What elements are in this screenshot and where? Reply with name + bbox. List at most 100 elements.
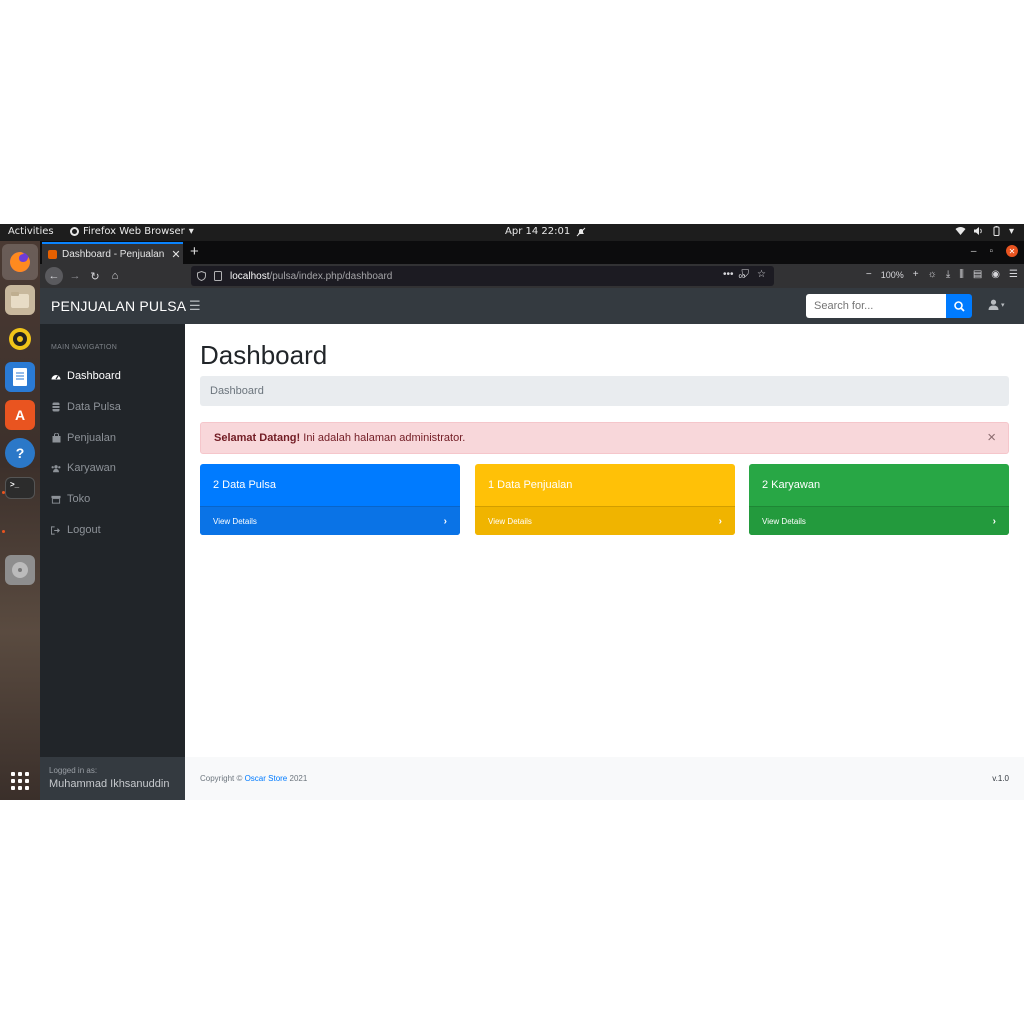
dock-help[interactable]: ?	[5, 438, 35, 468]
sidebar-item-data-pulsa[interactable]: Data Pulsa	[51, 401, 121, 413]
chevron-right-icon: ›	[992, 515, 996, 527]
card-karyawan: 2 Karyawan View Details ›	[749, 464, 1009, 535]
wifi-icon	[955, 227, 966, 235]
system-menu-caret-icon: ▾	[1008, 226, 1014, 237]
sidebar-item-label: Toko	[67, 493, 91, 505]
menu-icon[interactable]: ☰	[1009, 269, 1018, 280]
activities-button[interactable]: Activities	[8, 226, 54, 237]
card-label: 1 Data Penjualan	[488, 479, 573, 491]
sidebar-icon[interactable]: ▤	[973, 269, 982, 280]
url-bar[interactable]: localhost/pulsa/index.php/dashboard ••• …	[191, 266, 774, 286]
document-icon	[13, 368, 27, 386]
card-view-details[interactable]: View Details ›	[475, 506, 735, 535]
page-title: Dashboard	[200, 340, 328, 370]
breadcrumb-item[interactable]: Dashboard	[210, 385, 264, 397]
back-button[interactable]: ←	[45, 267, 63, 285]
browser-toolbar: ← → ↻ ⌂ localhost/pulsa/index.php/dashbo…	[40, 264, 1024, 288]
window-controls: – ▫ ✕	[971, 245, 1018, 257]
user-icon	[988, 299, 999, 310]
card-label: 2 Karyawan	[762, 479, 821, 491]
forward-button[interactable]: →	[66, 267, 84, 285]
store-icon	[51, 495, 61, 504]
brand-title[interactable]: PENJUALAN PULSA	[51, 298, 186, 314]
sidebar-item-toko[interactable]: Toko	[51, 493, 90, 505]
sidebar-item-dashboard[interactable]: Dashboard	[51, 370, 121, 382]
app-menu[interactable]: Firefox Web Browser ▾	[70, 226, 194, 237]
firefox-icon	[70, 227, 79, 236]
home-button[interactable]: ⌂	[106, 267, 124, 285]
tab-close-icon[interactable]: ✕	[169, 248, 183, 261]
dock-firefox[interactable]	[2, 244, 38, 280]
chevron-right-icon: ›	[443, 515, 447, 527]
card-data-penjualan: 1 Data Penjualan View Details ›	[475, 464, 735, 535]
main-content: Dashboard Dashboard Selamat Datang! Ini …	[185, 324, 1024, 757]
card-label: 2 Data Pulsa	[213, 479, 276, 491]
dock-files[interactable]	[5, 285, 35, 315]
copyright-text: Copyright © Oscar Store 2021	[200, 774, 307, 783]
private-mask-icon[interactable]: ∞	[733, 267, 751, 285]
database-icon	[51, 402, 61, 412]
zoom-out-button[interactable]: −	[866, 269, 872, 280]
restore-button[interactable]: ▫	[989, 246, 993, 257]
search-icon	[953, 300, 965, 312]
card-view-details[interactable]: View Details ›	[749, 506, 1009, 535]
card-data-pulsa: 2 Data Pulsa View Details ›	[200, 464, 460, 535]
sidebar-item-penjualan[interactable]: Penjualan	[51, 432, 116, 444]
new-tab-button[interactable]: +	[190, 243, 199, 260]
sidebar-item-karyawan[interactable]: Karyawan	[51, 462, 116, 474]
account-icon[interactable]: ◉	[991, 269, 1000, 280]
download-icon[interactable]: ⤓	[946, 269, 950, 280]
page-footer: Copyright © Oscar Store 2021 v.1.0	[185, 757, 1024, 800]
speaker-icon	[9, 328, 31, 350]
alert-strong-text: Selamat Datang!	[214, 432, 301, 444]
clock-label: Apr 14 22:01	[505, 226, 571, 237]
app-menu-label: Firefox Web Browser	[83, 226, 185, 237]
chevron-right-icon: ›	[718, 515, 722, 527]
dock-software[interactable]: A	[5, 400, 35, 430]
system-top-bar: Activities Firefox Web Browser ▾ Apr 14 …	[0, 224, 1024, 241]
search-input[interactable]	[806, 294, 946, 318]
card-footer-label: View Details	[762, 516, 806, 526]
sidebar-item-label: Penjualan	[67, 432, 116, 444]
bookmark-star-icon[interactable]: ☆	[757, 269, 766, 280]
alert-text: Ini adalah halaman administrator.	[300, 432, 466, 444]
copyright-link[interactable]: Oscar Store	[245, 774, 288, 783]
minimize-button[interactable]: –	[971, 246, 977, 257]
firefox-icon	[10, 252, 30, 272]
notifications-off-icon	[576, 227, 586, 236]
clock[interactable]: Apr 14 22:01	[505, 226, 586, 237]
system-tray[interactable]: ▾	[955, 226, 1014, 237]
dock-rhythmbox[interactable]	[5, 324, 35, 354]
alert-close-button[interactable]: ×	[987, 429, 996, 446]
sidebar-toggle-icon[interactable]: ☰	[189, 298, 201, 314]
zoom-level[interactable]: 100%	[881, 270, 904, 280]
search-button[interactable]	[946, 294, 972, 318]
reload-button[interactable]: ↻	[86, 267, 104, 285]
url-path: /pulsa/index.php/dashboard	[269, 270, 393, 282]
browser-tab-bar: Dashboard - Penjualan Pulsa ✕ + – ▫ ✕	[40, 241, 1024, 264]
url-host: localhost	[230, 270, 270, 282]
brightness-icon[interactable]: ☼	[928, 269, 937, 280]
desktop-screen: Activities Firefox Web Browser ▾ Apr 14 …	[0, 224, 1024, 800]
sidebar-item-label: Dashboard	[67, 370, 121, 382]
shopping-bag-icon	[51, 433, 61, 443]
window-close-button[interactable]: ✕	[1006, 245, 1018, 257]
sidebar-heading: MAIN NAVIGATION	[51, 344, 118, 351]
library-icon[interactable]: ⫼	[959, 269, 964, 280]
caret-down-icon: ▾	[1001, 301, 1005, 309]
dock-disc[interactable]	[5, 555, 35, 585]
dock-terminal[interactable]: >_	[5, 477, 35, 499]
users-icon	[51, 464, 61, 473]
show-applications-icon[interactable]	[11, 772, 29, 790]
page-icon	[214, 271, 222, 281]
browser-tab-active[interactable]: Dashboard - Penjualan Pulsa ✕	[42, 242, 183, 264]
page-actions-icon[interactable]: •••	[723, 269, 734, 280]
sign-out-icon	[51, 525, 61, 535]
zoom-in-button[interactable]: +	[913, 269, 919, 280]
sidebar-item-logout[interactable]: Logout	[51, 524, 101, 536]
user-dropdown[interactable]: ▾	[988, 299, 1005, 310]
software-center-icon: A	[14, 407, 26, 423]
dock-writer[interactable]	[5, 362, 35, 392]
card-view-details[interactable]: View Details ›	[200, 506, 460, 535]
battery-icon	[993, 226, 1000, 236]
